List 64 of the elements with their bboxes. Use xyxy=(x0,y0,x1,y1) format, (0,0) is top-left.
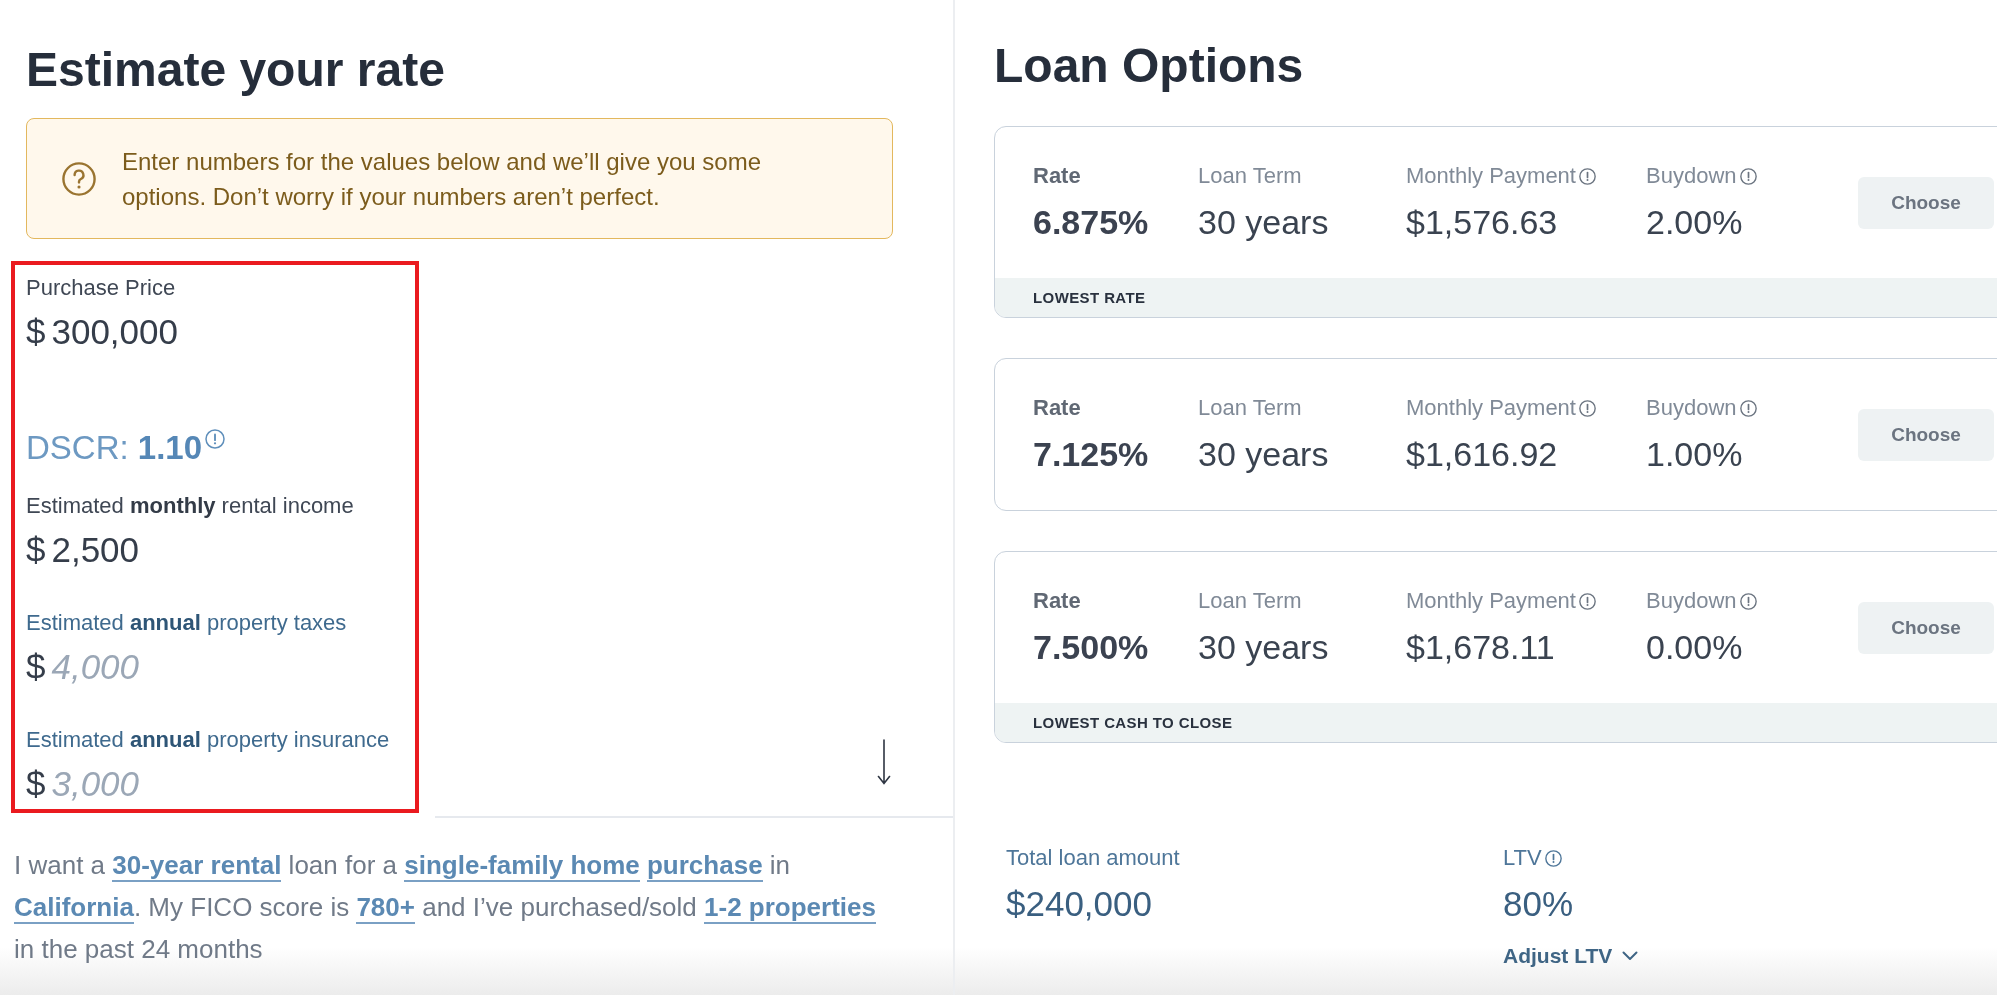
info-icon[interactable] xyxy=(1544,849,1562,867)
dscr-reading: DSCR: 1.10 xyxy=(26,428,203,468)
stat-value: $1,616.92 xyxy=(1406,434,1558,474)
field-label: Purchase Price xyxy=(26,275,176,301)
card-tag: LOWEST RATE xyxy=(995,278,1997,317)
info-icon[interactable] xyxy=(1739,167,1757,185)
amount-input[interactable]: $ 3,000 xyxy=(26,764,150,804)
help-icon xyxy=(62,161,96,196)
stat-value: 30 years xyxy=(1198,627,1329,667)
stat-label: Buydown xyxy=(1646,163,1737,189)
stat-value: $1,678.11 xyxy=(1406,627,1555,667)
adjust-ltv-button[interactable]: Adjust LTV xyxy=(1503,943,1639,969)
amount-input[interactable]: $ 300,000 xyxy=(26,312,187,352)
summary-value: 80% xyxy=(1503,884,1574,924)
amount-input[interactable]: $ 4,000 xyxy=(26,647,150,687)
section-title: Loan Options xyxy=(994,38,1304,94)
info-icon[interactable] xyxy=(205,429,226,449)
amount-input[interactable]: $ 2,500 xyxy=(26,530,150,570)
stat-value: 6.875% xyxy=(1033,202,1149,242)
stat-label: Rate xyxy=(1033,588,1081,614)
stat-label: Monthly Payment xyxy=(1406,588,1576,614)
stat-label: Rate xyxy=(1033,395,1081,421)
summary-label: Total loan amount xyxy=(1006,845,1180,871)
stat-label: Buydown xyxy=(1646,588,1737,614)
stat-value: 7.500% xyxy=(1033,627,1149,667)
summary-value: $240,000 xyxy=(1006,884,1152,924)
summary-label: LTV xyxy=(1503,845,1542,871)
stat-label: Rate xyxy=(1033,163,1081,189)
stat-value: 7.125% xyxy=(1033,434,1149,474)
info-icon[interactable] xyxy=(1578,399,1596,417)
stat-value: 30 years xyxy=(1198,202,1329,242)
field-label: Estimated annual property taxes xyxy=(26,610,347,636)
field-label: Estimated monthly rental income xyxy=(26,493,354,519)
choose-button[interactable]: Choose xyxy=(1858,176,1994,229)
notice-text: Enter numbers for the values below and we’ll give you some options. Don’t worry if your numbers aren’t perfect. xyxy=(122,146,762,212)
preference-link[interactable]: single-family home xyxy=(404,850,640,882)
preference-link[interactable]: 1-2 properties xyxy=(704,892,876,924)
stat-value: $1,576.63 xyxy=(1406,202,1558,242)
stat-label: Loan Term xyxy=(1198,588,1302,614)
stat-label: Loan Term xyxy=(1198,163,1302,189)
preference-link[interactable]: 30-year rental xyxy=(112,850,282,882)
info-icon[interactable] xyxy=(1578,167,1596,185)
choose-button[interactable]: Choose xyxy=(1858,601,1994,654)
preference-link[interactable]: purchase xyxy=(647,850,763,882)
page-title: Estimate your rate xyxy=(26,42,445,98)
card-tag: LOWEST CASH TO CLOSE xyxy=(995,703,1997,742)
stat-value: 2.00% xyxy=(1646,202,1743,242)
chevron-down-icon xyxy=(1622,951,1639,961)
preference-link[interactable]: California xyxy=(14,892,134,924)
stat-label: Buydown xyxy=(1646,395,1737,421)
stat-label: Monthly Payment xyxy=(1406,163,1576,189)
stat-label: Monthly Payment xyxy=(1406,395,1576,421)
choose-button[interactable]: Choose xyxy=(1858,408,1994,461)
info-icon[interactable] xyxy=(1739,399,1757,417)
preference-link[interactable]: 780+ xyxy=(356,892,415,924)
down-arrow-icon[interactable] xyxy=(877,739,891,785)
stat-value: 1.00% xyxy=(1646,434,1743,474)
info-icon[interactable] xyxy=(1739,592,1757,610)
loan-preferences-sentence: I want a 30-year rental loan for a single-family home purchase in California. My FICO score is 780+ and I’ve purchased/sold 1-2 properties in the past 24 months xyxy=(14,849,877,966)
stat-value: 30 years xyxy=(1198,434,1329,474)
info-icon[interactable] xyxy=(1578,592,1596,610)
stat-label: Loan Term xyxy=(1198,395,1302,421)
stat-value: 0.00% xyxy=(1646,627,1743,667)
field-label: Estimated annual property insurance xyxy=(26,727,390,753)
